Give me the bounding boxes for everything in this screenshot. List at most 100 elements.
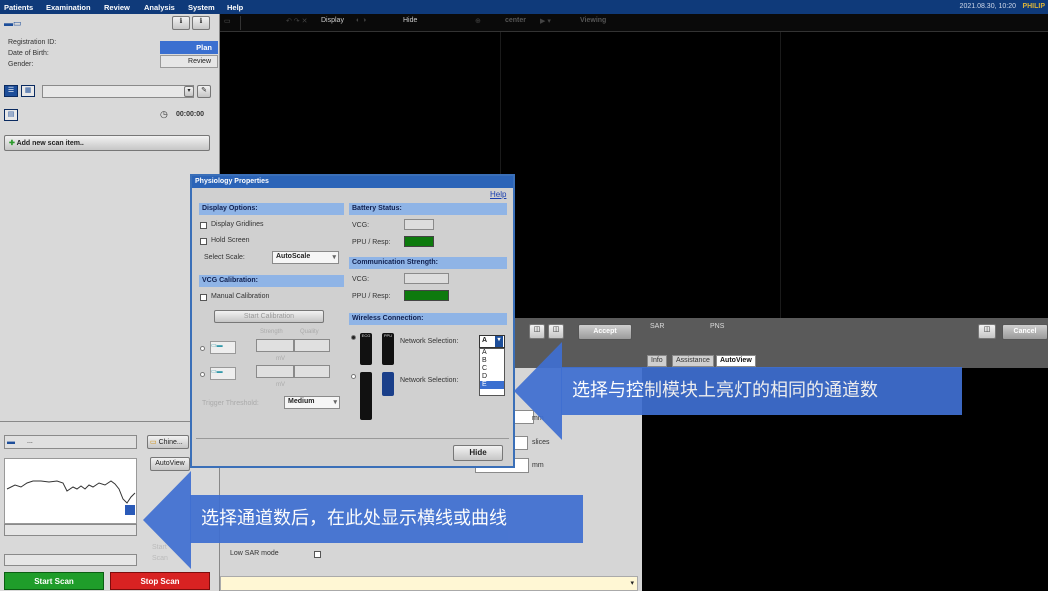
network-option-e[interactable]: E [480, 381, 504, 389]
hold-screen-label: Hold Screen [211, 237, 250, 244]
network-option-b[interactable]: B [482, 357, 504, 365]
battery-status-header: Battery Status: [349, 203, 507, 215]
hide-button[interactable]: Hide [453, 445, 503, 461]
viewer-tool-icon[interactable]: ▭ [224, 17, 231, 25]
ecg-device-icon-2 [360, 372, 372, 420]
timer: 00:00:00 [176, 111, 205, 118]
bed-icon: ▬ [7, 437, 15, 446]
menu-help[interactable]: Help [227, 3, 243, 12]
edit-icon[interactable]: ✎ [197, 85, 211, 98]
annotation-arrow-left-head-2 [143, 471, 191, 569]
network-option-a[interactable]: A [482, 349, 504, 357]
chinese-button[interactable]: ▭ Chine... [147, 435, 189, 449]
chevron-down-icon: ▾ [333, 399, 337, 406]
network-selection-value: A [482, 337, 488, 344]
chevron-down-icon: ▾ [495, 336, 503, 347]
annotation-arrow-left-head [514, 342, 562, 440]
comm-ppu-bar [404, 290, 449, 301]
manual-calibration-checkbox[interactable] [200, 294, 207, 301]
chinese-button-label: Chine... [158, 439, 183, 446]
low-sar-checkbox[interactable] [314, 551, 321, 558]
menu-system[interactable]: System [188, 3, 215, 12]
undo-icon[interactable]: ↶ ↷ ✕ [286, 17, 308, 25]
network-option-d[interactable]: D [482, 373, 504, 381]
tab-review[interactable]: Review [160, 55, 218, 68]
quality-label: Quality [300, 329, 319, 335]
autoview-button[interactable]: AutoView [150, 457, 190, 471]
patient-bed-icon: ▬▭ [4, 18, 22, 28]
communication-strength-header: Communication Strength: [349, 257, 507, 269]
tab-plan[interactable]: Plan [160, 41, 218, 54]
vcg-radio-1[interactable] [200, 346, 205, 351]
details-icon[interactable]: ▤ [4, 109, 18, 121]
threshold-value: Medium [288, 398, 315, 405]
network-option-c[interactable]: C [482, 365, 504, 373]
tab-autoview[interactable]: AutoView [716, 355, 756, 367]
menu-examination[interactable]: Examination [46, 3, 91, 12]
chevron-down-icon[interactable]: ▾ [630, 579, 634, 587]
ppu-device-label: PPU [383, 333, 393, 338]
chat-icon: ▭ [150, 439, 157, 446]
display-options-icon[interactable]: ◐ ◑ [356, 17, 366, 24]
add-scan-button[interactable]: ✚ Add new scan item.. [4, 135, 210, 151]
settings-icon[interactable]: ◫ [978, 324, 996, 339]
play-icon[interactable]: ▶ ▾ [540, 17, 551, 25]
physiology-properties-dialog: Physiology Properties Help Display Optio… [190, 174, 515, 468]
network-options-list[interactable]: A B C D E [479, 348, 505, 396]
channel-field-text: ... [27, 438, 33, 445]
accept-button[interactable]: Accept [578, 324, 632, 340]
start-calibration-button[interactable]: Start Calibration [214, 310, 324, 323]
viewport-divider [780, 32, 781, 318]
display-button[interactable]: Display [321, 17, 344, 24]
menu-patients[interactable]: Patients [4, 3, 33, 12]
center-button[interactable]: center [505, 17, 526, 24]
tab-info[interactable]: Info [647, 355, 667, 367]
menu-analysis[interactable]: Analysis [144, 3, 175, 12]
tool-icon-1[interactable]: ◫ [529, 324, 545, 339]
tab-assistance[interactable]: Assistance [672, 355, 714, 367]
hold-screen-checkbox[interactable] [200, 238, 207, 245]
viewing-menu[interactable]: Viewing [580, 17, 606, 24]
wireless-radio-2[interactable] [351, 374, 356, 379]
battery-vcg-label: VCG: [352, 222, 370, 229]
mv-label-1: mV [276, 356, 285, 362]
info-icon-2[interactable]: ℹ [192, 16, 210, 30]
select-scale-value: AutoScale [276, 253, 311, 260]
waveform-svg [6, 480, 136, 515]
comm-vcg-bar [404, 273, 449, 284]
annotation-waveform-display: 选择通道数后，在此处显示横线或曲线 [190, 495, 583, 543]
dialog-title: Physiology Properties [192, 176, 513, 188]
display-gridlines-checkbox[interactable] [200, 222, 207, 229]
dob-label: Date of Birth: [8, 50, 49, 57]
battery-ppu-label: PPU / Resp: [352, 239, 391, 246]
select-scale-dropdown[interactable]: AutoScale ▾ [272, 251, 339, 264]
tool-icon-2[interactable]: ◫ [548, 324, 564, 339]
info-icon[interactable]: ℹ [172, 16, 190, 30]
manual-calibration-label: Manual Calibration [211, 293, 270, 300]
physio-channel-field: ▬ ... [4, 435, 137, 449]
help-link[interactable]: Help [490, 190, 506, 199]
divider [0, 421, 220, 422]
wireless-radio-1[interactable] [351, 335, 356, 340]
chevron-down-icon[interactable]: ▾ [184, 86, 194, 97]
network-selection-label-2: Network Selection: [400, 377, 459, 384]
comm-ppu-label: PPU / Resp: [352, 293, 391, 300]
display-options-header: Display Options: [199, 203, 344, 215]
scan-select[interactable] [42, 85, 194, 98]
stop-scan-button[interactable]: Stop Scan [110, 572, 210, 590]
cancel-button[interactable]: Cancel [1002, 324, 1048, 340]
list-view-icon[interactable]: ☰ [4, 85, 18, 97]
vcg-radio-2[interactable] [200, 372, 205, 377]
grid-view-icon[interactable]: ▦ [21, 85, 35, 97]
add-scan-label: Add new scan item.. [16, 140, 84, 147]
empty-field-2 [4, 554, 137, 566]
menu-review[interactable]: Review [104, 3, 130, 12]
hide-button[interactable]: Hide [403, 17, 417, 24]
center-icon[interactable]: ⊕ [475, 17, 481, 25]
comm-vcg-label: VCG: [352, 276, 370, 283]
trigger-threshold-dropdown[interactable]: Medium ▾ [284, 396, 340, 409]
start-scan-button[interactable]: Start Scan [4, 572, 104, 590]
ppu-device-icon: PPU [382, 333, 394, 365]
network-selection-dropdown[interactable]: A ▾ [479, 335, 505, 348]
low-sar-label: Low SAR mode [230, 550, 279, 557]
